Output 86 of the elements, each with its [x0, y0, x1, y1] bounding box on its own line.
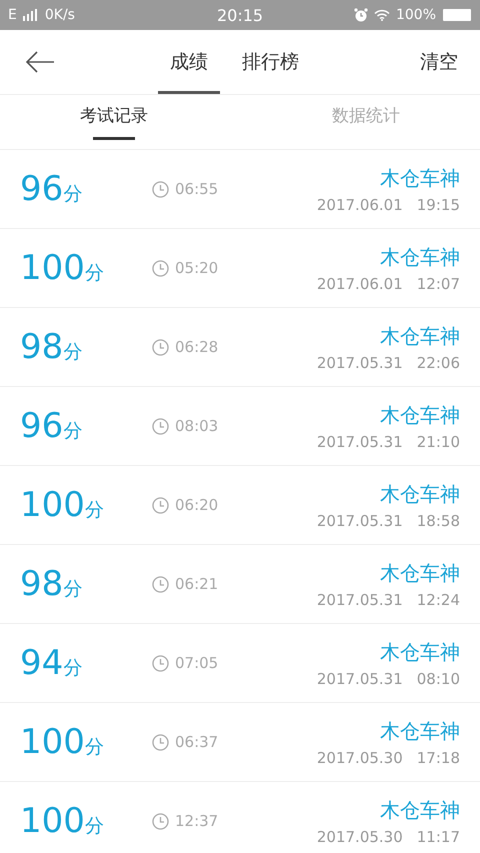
score-unit: 分 — [63, 182, 82, 207]
record-title: 木仓车神 — [380, 560, 460, 586]
score-unit: 分 — [84, 261, 104, 286]
score-value: 100 — [20, 485, 85, 525]
duration: 06:21 — [175, 575, 218, 593]
record-time: 22:06 — [416, 354, 460, 372]
score-value: 98 — [20, 564, 64, 604]
clock-icon — [152, 338, 169, 356]
score-unit: 分 — [63, 419, 82, 444]
score-value: 100 — [20, 801, 85, 841]
record-date: 2017.06.01 — [316, 196, 403, 214]
duration: 12:37 — [175, 812, 218, 830]
record-time: 18:58 — [416, 512, 460, 530]
record-title: 木仓车神 — [380, 402, 460, 428]
record-row[interactable]: 98分 06:21 木仓车神 2017.05.31 12:24 — [0, 545, 480, 624]
clear-button[interactable]: 清空 — [420, 49, 458, 75]
clock-icon — [152, 496, 169, 514]
clock-icon — [152, 654, 169, 672]
record-row[interactable]: 100分 12:37 木仓车神 2017.05.30 11:17 — [0, 782, 480, 853]
record-time: 21:10 — [416, 432, 460, 450]
score-unit: 分 — [63, 656, 82, 681]
duration: 08:03 — [175, 417, 218, 435]
record-date: 2017.05.31 — [316, 512, 403, 530]
clock-icon — [152, 812, 169, 830]
record-row[interactable]: 96分 06:55 木仓车神 2017.06.01 19:15 — [0, 150, 480, 229]
record-date: 2017.05.31 — [316, 590, 403, 608]
score-value: 94 — [20, 643, 64, 683]
duration: 06:20 — [175, 496, 218, 514]
record-title: 木仓车神 — [380, 164, 460, 192]
record-time: 12:24 — [416, 590, 460, 608]
score-unit: 分 — [84, 814, 104, 839]
clock-icon — [152, 260, 169, 276]
battery-icon — [442, 8, 472, 22]
clock-icon — [152, 576, 169, 592]
wifi-icon — [374, 9, 390, 21]
record-row[interactable]: 94分 07:05 木仓车神 2017.05.31 08:10 — [0, 624, 480, 703]
record-row[interactable]: 100分 06:20 木仓车神 2017.05.31 18:58 — [0, 466, 480, 545]
battery-level: 100% — [396, 7, 436, 23]
sub-tab[interactable]: 考试记录 — [80, 95, 148, 149]
record-date: 2017.05.30 — [316, 828, 403, 846]
record-date: 2017.06.01 — [316, 274, 403, 292]
record-date: 2017.05.30 — [316, 748, 403, 766]
clock-icon — [152, 180, 169, 198]
record-date: 2017.05.31 — [316, 354, 403, 372]
network-speed: 0K/s — [44, 7, 75, 23]
status-time: 20:15 — [216, 6, 264, 24]
alarm-icon — [354, 8, 368, 22]
record-time: 11:17 — [416, 828, 460, 846]
record-date: 2017.05.31 — [316, 670, 403, 688]
score-value: 98 — [20, 327, 64, 367]
score-unit: 分 — [84, 735, 104, 760]
record-time: 12:07 — [416, 274, 460, 292]
record-time: 19:15 — [416, 196, 460, 214]
record-title: 木仓车神 — [380, 796, 460, 824]
network-type: E — [8, 7, 17, 23]
score-value: 100 — [20, 722, 85, 762]
record-title: 木仓车神 — [380, 718, 460, 744]
duration: 06:37 — [175, 733, 218, 751]
record-time: 17:18 — [416, 748, 460, 766]
score-unit: 分 — [63, 577, 82, 602]
record-title: 木仓车神 — [380, 322, 460, 350]
duration: 06:28 — [175, 338, 218, 356]
score-value: 96 — [20, 169, 64, 209]
record-time: 08:10 — [416, 670, 460, 688]
score-unit: 分 — [63, 340, 82, 365]
record-row[interactable]: 96分 08:03 木仓车神 2017.05.31 21:10 — [0, 387, 480, 466]
score-value: 100 — [20, 248, 85, 288]
clock-icon — [152, 734, 169, 750]
score-value: 96 — [20, 406, 64, 446]
record-title: 木仓车神 — [380, 638, 460, 666]
duration: 07:05 — [175, 654, 218, 672]
record-row[interactable]: 100分 06:37 木仓车神 2017.05.30 17:18 — [0, 703, 480, 782]
record-row[interactable]: 98分 06:28 木仓车神 2017.05.31 22:06 — [0, 308, 480, 387]
header-tab[interactable]: 排行榜 — [230, 30, 311, 94]
clock-icon — [152, 418, 169, 434]
record-title: 木仓车神 — [380, 244, 460, 270]
duration: 06:55 — [175, 180, 218, 198]
record-title: 木仓车神 — [380, 480, 460, 508]
score-unit: 分 — [84, 498, 104, 523]
header-tab[interactable]: 成绩 — [158, 30, 220, 94]
record-date: 2017.05.31 — [316, 432, 403, 450]
duration: 05:20 — [175, 259, 218, 277]
sub-tab[interactable]: 数据统计 — [332, 95, 400, 149]
record-row[interactable]: 100分 05:20 木仓车神 2017.06.01 12:07 — [0, 229, 480, 308]
signal-icon — [22, 9, 39, 21]
back-arrow-icon[interactable] — [25, 50, 55, 74]
